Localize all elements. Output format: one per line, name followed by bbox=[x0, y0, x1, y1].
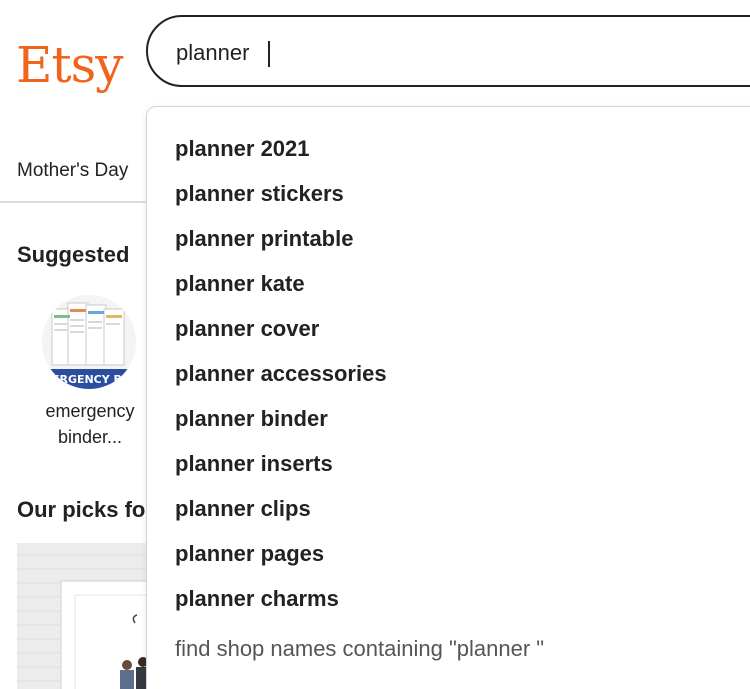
etsy-logo[interactable]: Etsy bbox=[16, 40, 123, 90]
suggestion-item[interactable]: planner kate bbox=[175, 263, 387, 308]
text-caret bbox=[268, 41, 270, 67]
search-input[interactable] bbox=[176, 37, 676, 69]
suggestion-item[interactable]: planner clips bbox=[175, 488, 387, 533]
suggestion-item[interactable]: planner stickers bbox=[175, 173, 387, 218]
autocomplete-dropdown: planner 2021 planner stickers planner pr… bbox=[146, 106, 750, 689]
suggestion-item[interactable]: planner charms bbox=[175, 578, 387, 623]
suggestion-item[interactable]: planner pages bbox=[175, 533, 387, 578]
suggested-title: Suggested bbox=[17, 242, 130, 267]
suggestion-item[interactable]: planner cover bbox=[175, 308, 387, 353]
nav-item-mothers-day[interactable]: Mother's Day bbox=[17, 160, 128, 182]
search-bar[interactable] bbox=[146, 15, 750, 87]
shop-name-search-link[interactable]: find shop names containing "planner " bbox=[175, 636, 544, 662]
suggestion-item[interactable]: planner inserts bbox=[175, 443, 387, 488]
suggestion-list: planner 2021 planner stickers planner pr… bbox=[175, 128, 387, 623]
svg-text:ERGENCY BI: ERGENCY BI bbox=[52, 373, 126, 386]
nav-divider bbox=[0, 201, 150, 203]
suggestion-item[interactable]: planner printable bbox=[175, 218, 387, 263]
binder-pages-image: ERGENCY BI bbox=[42, 295, 136, 389]
suggested-item-caption[interactable]: emergency binder... bbox=[20, 398, 160, 450]
suggested-item-thumbnail[interactable]: ERGENCY BI bbox=[42, 295, 136, 389]
pick-product-image[interactable] bbox=[17, 543, 157, 689]
caption-line-1: emergency bbox=[45, 401, 135, 421]
picks-title: Our picks fo bbox=[17, 497, 146, 522]
suggestion-item[interactable]: planner binder bbox=[175, 398, 387, 443]
suggestion-item[interactable]: planner accessories bbox=[175, 353, 387, 398]
framed-print-image bbox=[17, 543, 157, 689]
suggestion-item[interactable]: planner 2021 bbox=[175, 128, 387, 173]
caption-line-2: binder... bbox=[57, 427, 123, 447]
